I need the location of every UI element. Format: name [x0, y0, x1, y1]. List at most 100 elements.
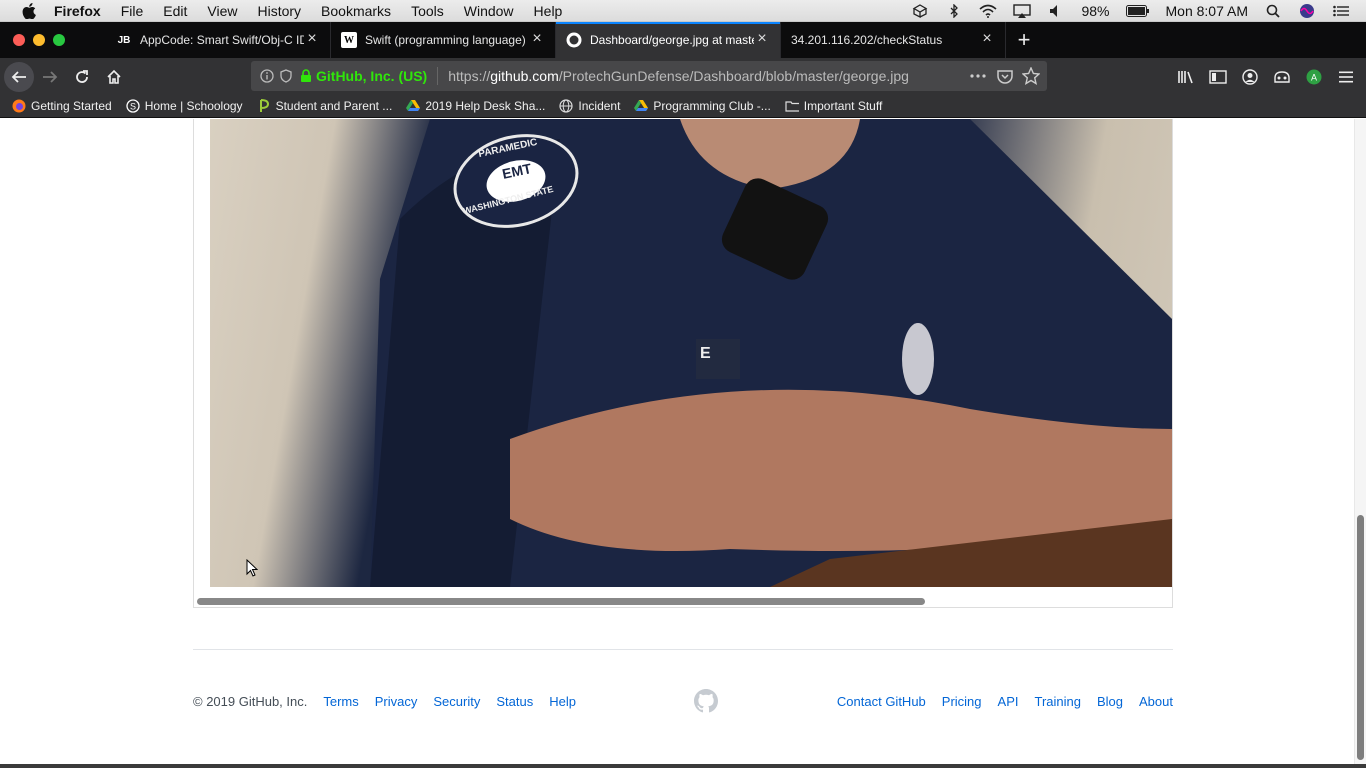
tab-swift-wikipedia[interactable]: W Swift (programming language) - ×	[331, 22, 556, 58]
pocket-icon[interactable]	[997, 68, 1013, 84]
google-drive-icon	[634, 99, 649, 113]
spotlight-search-icon[interactable]	[1264, 4, 1282, 18]
sidebar-icon	[1209, 69, 1227, 84]
svg-text:S: S	[130, 102, 136, 112]
bookmark-help-desk[interactable]: 2019 Help Desk Sha...	[406, 99, 545, 113]
extension-icon	[1274, 70, 1290, 83]
bookmark-schoology[interactable]: S Home | Schoology	[126, 99, 243, 113]
menu-app-firefox[interactable]: Firefox	[54, 3, 101, 19]
footer-copyright: © 2019 GitHub, Inc.	[193, 693, 308, 709]
image-george-jpg: PARAMEDIC EMT WASHINGTON STATE E	[210, 119, 1172, 587]
bluetooth-icon[interactable]	[945, 3, 963, 18]
tab-check-status[interactable]: 34.201.116.202/checkStatus ×	[781, 22, 1006, 58]
window-close-button[interactable]	[13, 34, 25, 46]
macos-menu-bar: Firefox File Edit View History Bookmarks…	[0, 0, 1366, 22]
wifi-icon[interactable]	[979, 4, 997, 18]
footer-link-terms[interactable]: Terms	[323, 694, 358, 709]
tab-close-icon[interactable]: ×	[979, 31, 995, 48]
footer-link-pricing[interactable]: Pricing	[942, 694, 982, 709]
bookmark-getting-started[interactable]: Getting Started	[12, 99, 112, 113]
footer-right-links: Contact GitHub Pricing API Training Blog…	[837, 694, 1173, 709]
footer-link-about[interactable]: About	[1139, 694, 1173, 709]
site-identity[interactable]: GitHub, Inc. (US)	[316, 68, 427, 84]
menu-window[interactable]: Window	[464, 3, 514, 19]
library-button[interactable]	[1170, 61, 1202, 93]
notification-center-icon[interactable]	[1332, 4, 1350, 18]
tab-close-icon[interactable]: ×	[304, 31, 320, 48]
address-bar[interactable]: GitHub, Inc. (US) https://github.com/Pro…	[251, 61, 1047, 91]
footer-link-blog[interactable]: Blog	[1097, 694, 1123, 709]
vertical-scrollbar[interactable]	[1354, 119, 1366, 764]
svg-text:A: A	[1311, 72, 1317, 82]
bookmark-student-parent[interactable]: Student and Parent ...	[257, 99, 393, 113]
airplay-icon[interactable]	[1013, 3, 1032, 18]
menu-view[interactable]: View	[207, 3, 237, 19]
github-logo-icon[interactable]	[694, 689, 718, 713]
forward-button[interactable]	[34, 61, 66, 93]
tab-title: 34.201.116.202/checkStatus	[791, 33, 943, 47]
volume-icon[interactable]	[1047, 4, 1065, 18]
footer-link-contact[interactable]: Contact GitHub	[837, 694, 926, 709]
extension-button[interactable]	[1266, 61, 1298, 93]
bookmark-label: Student and Parent ...	[275, 99, 393, 113]
menu-edit[interactable]: Edit	[163, 3, 187, 19]
page-info-icon[interactable]	[260, 69, 274, 83]
account-button[interactable]	[1234, 61, 1266, 93]
footer-link-training[interactable]: Training	[1035, 694, 1081, 709]
menu-help[interactable]: Help	[534, 3, 563, 19]
menu-history[interactable]: History	[257, 3, 301, 19]
dropbox-icon[interactable]	[911, 3, 929, 18]
footer-link-status[interactable]: Status	[496, 694, 533, 709]
tab-github-dashboard[interactable]: Dashboard/george.jpg at maste ×	[556, 22, 781, 58]
footer-link-privacy[interactable]: Privacy	[375, 694, 418, 709]
bookmark-folder-important[interactable]: Important Stuff	[785, 99, 883, 113]
tracking-shield-icon[interactable]	[280, 69, 292, 83]
page-actions-icon[interactable]	[969, 68, 987, 84]
avatar-icon: A	[1306, 69, 1322, 84]
reload-icon	[76, 69, 88, 83]
window-minimize-button[interactable]	[33, 34, 45, 46]
page-content: PARAMEDIC EMT WASHINGTON STATE E © 2019 …	[0, 119, 1354, 764]
bookmark-label: Home | Schoology	[144, 99, 243, 113]
url-text[interactable]: https://github.com/ProtechGunDefense/Das…	[448, 68, 909, 84]
navigation-toolbar: GitHub, Inc. (US) https://github.com/Pro…	[0, 58, 1366, 95]
url-path: /ProtechGunDefense/Dashboard/blob/master…	[558, 68, 909, 84]
menu-file[interactable]: File	[121, 3, 144, 19]
tab-appcode[interactable]: JB AppCode: Smart Swift/Obj-C ID ×	[106, 22, 331, 58]
bookmark-label: Important Stuff	[803, 99, 883, 113]
bookmark-label: Getting Started	[31, 99, 112, 113]
footer-divider	[193, 649, 1173, 650]
tab-title: AppCode: Smart Swift/Obj-C ID	[140, 33, 304, 47]
bookmark-programming-club[interactable]: Programming Club -...	[634, 99, 771, 113]
window-zoom-button[interactable]	[53, 34, 65, 46]
bookmark-star-icon[interactable]	[1022, 67, 1040, 85]
image-view-container: PARAMEDIC EMT WASHINGTON STATE E	[193, 119, 1173, 608]
divider	[437, 67, 439, 85]
menu-bookmarks[interactable]: Bookmarks	[321, 3, 391, 19]
menu-tools[interactable]: Tools	[411, 3, 444, 19]
home-button[interactable]	[98, 61, 130, 93]
menubar-clock[interactable]: Mon 8:07 AM	[1166, 3, 1249, 19]
back-button[interactable]	[4, 61, 34, 92]
footer-link-security[interactable]: Security	[433, 694, 480, 709]
battery-icon[interactable]	[1125, 4, 1150, 18]
horizontal-scrollbar-thumb[interactable]	[197, 598, 925, 605]
back-arrow-icon	[11, 70, 26, 83]
window-controls	[0, 22, 106, 58]
footer-link-help[interactable]: Help	[549, 694, 576, 709]
new-tab-button[interactable]: +	[1006, 22, 1042, 58]
tab-close-icon[interactable]: ×	[529, 31, 545, 48]
bookmark-incident[interactable]: Incident	[559, 99, 620, 113]
vertical-scrollbar-thumb[interactable]	[1357, 515, 1364, 760]
profile-avatar-button[interactable]: A	[1298, 61, 1330, 93]
siri-icon[interactable]	[1298, 3, 1316, 18]
lock-icon[interactable]	[300, 69, 312, 83]
footer-link-api[interactable]: API	[998, 694, 1019, 709]
sidebar-button[interactable]	[1202, 61, 1234, 93]
menu-button[interactable]	[1330, 61, 1362, 93]
schoology-icon: S	[126, 99, 140, 113]
tab-close-icon[interactable]: ×	[754, 31, 770, 48]
apple-menu-icon[interactable]	[18, 2, 40, 19]
reload-button[interactable]	[66, 61, 98, 93]
url-host: github.com	[490, 68, 559, 84]
